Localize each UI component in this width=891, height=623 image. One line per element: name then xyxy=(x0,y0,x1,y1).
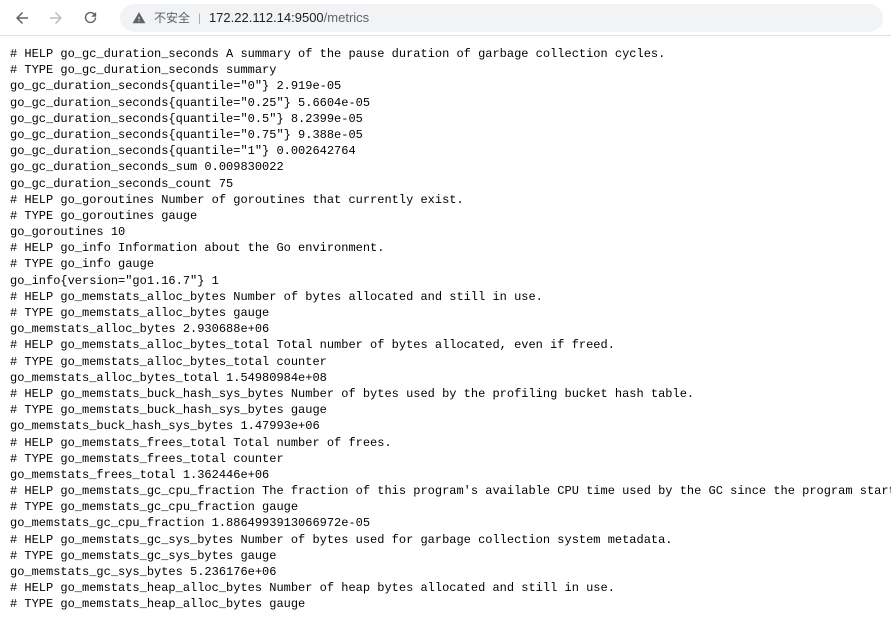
url-path: /metrics xyxy=(324,10,370,25)
forward-button[interactable] xyxy=(42,4,70,32)
url-text: 172.22.112.14:9500/metrics xyxy=(209,10,369,25)
browser-toolbar: 不安全 | 172.22.112.14:9500/metrics xyxy=(0,0,891,36)
insecure-icon xyxy=(132,11,146,25)
security-label: 不安全 xyxy=(154,9,190,26)
address-divider: | xyxy=(198,11,201,25)
back-button[interactable] xyxy=(8,4,36,32)
url-host: 172.22.112.14:9500 xyxy=(209,10,324,25)
address-bar[interactable]: 不安全 | 172.22.112.14:9500/metrics xyxy=(120,4,883,32)
reload-button[interactable] xyxy=(76,4,104,32)
arrow-right-icon xyxy=(47,9,65,27)
arrow-left-icon xyxy=(13,9,31,27)
metrics-output: # HELP go_gc_duration_seconds A summary … xyxy=(0,36,891,623)
reload-icon xyxy=(82,9,99,26)
